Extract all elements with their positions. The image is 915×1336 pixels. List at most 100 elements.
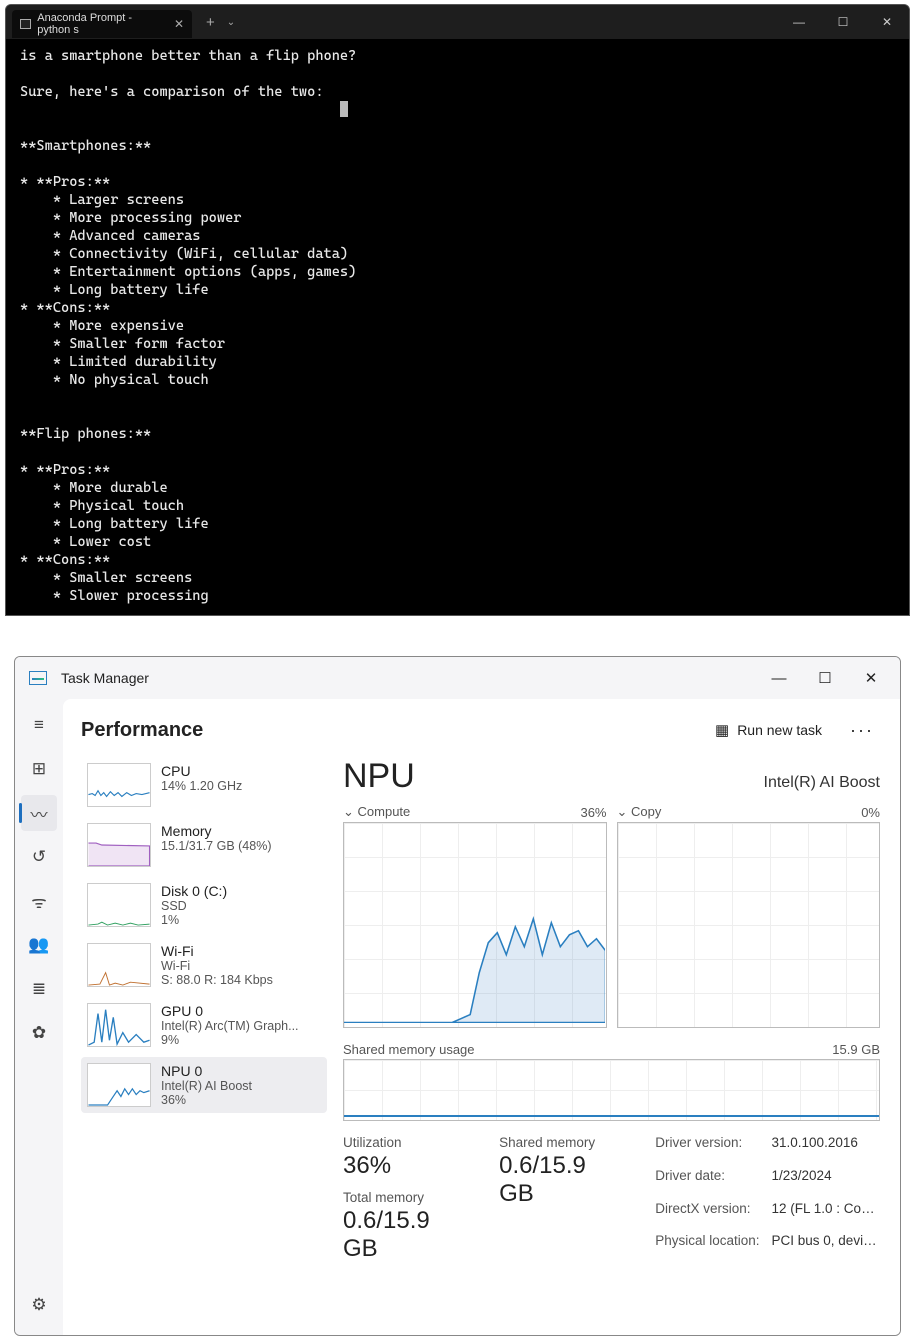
memory-thumb-chart — [87, 823, 151, 867]
terminal-window-controls — [777, 5, 909, 39]
shared-value: 0.6/15.9 GB — [499, 1152, 625, 1208]
run-task-icon: ▦ — [715, 721, 729, 739]
compute-label: Compute — [358, 804, 411, 819]
perf-item-memory[interactable]: Memory 15.1/31.7 GB (48%) — [81, 817, 327, 873]
task-manager-title: Task Manager — [61, 670, 149, 686]
copy-pct: 0% — [861, 805, 880, 820]
driver-date-value: 1/23/2024 — [772, 1168, 880, 1198]
directx-label: DirectX version: — [655, 1201, 759, 1231]
task-manager-main: ≡ ⊞ 〰 ↺ ᯤ 👥 ≣ ✿ ⚙ Performance ▦ Run new … — [15, 699, 900, 1335]
task-manager-titlebar[interactable]: Task Manager — [15, 657, 900, 699]
more-options-button[interactable]: ··· — [844, 720, 880, 741]
processes-icon[interactable]: ⊞ — [21, 751, 57, 787]
stat-utilization: Utilization 36% Total memory 0.6/15.9 GB — [343, 1135, 469, 1263]
terminal-tab-title: Anaconda Prompt - python s — [37, 12, 166, 36]
gpu-thumb-chart — [87, 1003, 151, 1047]
hamburger-icon[interactable]: ≡ — [21, 707, 57, 743]
location-label: Physical location: — [655, 1233, 759, 1263]
perf-sub: SSD — [161, 899, 321, 913]
perf-val: 36% — [161, 1093, 321, 1107]
page-header: Performance ▦ Run new task ··· — [81, 717, 880, 743]
terminal-titlebar[interactable]: Anaconda Prompt - python s ✕ + ⌄ — [6, 5, 909, 39]
close-tab-icon[interactable]: ✕ — [174, 17, 184, 31]
run-new-task-button[interactable]: ▦ Run new task — [707, 717, 830, 743]
perf-sub: Intel(R) Arc(TM) Graph... — [161, 1019, 321, 1033]
perf-name: Wi-Fi — [161, 943, 321, 959]
performance-list: CPU 14% 1.20 GHz Memory 15.1/31.7 GB (48… — [81, 757, 327, 1325]
page-title: Performance — [81, 719, 203, 742]
perf-item-gpu[interactable]: GPU 0 Intel(R) Arc(TM) Graph... 9% — [81, 997, 327, 1053]
perf-val: 1% — [161, 913, 321, 927]
perf-name: Memory — [161, 823, 321, 839]
task-manager-window: Task Manager ≡ ⊞ 〰 ↺ ᯤ 👥 ≣ ✿ ⚙ Performan… — [14, 656, 901, 1336]
terminal-text: is a smartphone better than a flip phone… — [20, 48, 455, 604]
driver-info: Driver version: 31.0.100.2016 Driver dat… — [655, 1135, 880, 1263]
maximize-button[interactable] — [821, 5, 865, 39]
copy-chart-col: Copy 0% — [617, 804, 881, 1028]
perf-val: 9% — [161, 1033, 321, 1047]
perf-sub: Wi-Fi — [161, 959, 321, 973]
perf-name: Disk 0 (C:) — [161, 883, 321, 899]
compute-dropdown[interactable]: Compute — [343, 804, 410, 820]
perf-sub: 15.1/31.7 GB (48%) — [161, 839, 321, 853]
mem-line — [344, 1115, 879, 1117]
maximize-button[interactable] — [802, 657, 848, 699]
minimize-button[interactable] — [777, 5, 821, 39]
close-window-button[interactable] — [848, 657, 894, 699]
performance-detail: NPU Intel(R) AI Boost Compute 36% — [343, 757, 880, 1325]
users-icon[interactable]: 👥 — [21, 927, 57, 963]
driver-version-label: Driver version: — [655, 1135, 759, 1165]
detail-heading: NPU — [343, 757, 415, 796]
performance-icon[interactable]: 〰 — [21, 795, 57, 831]
close-window-button[interactable] — [865, 5, 909, 39]
driver-date-label: Driver date: — [655, 1168, 759, 1198]
util-value: 36% — [343, 1152, 469, 1180]
perf-item-npu[interactable]: NPU 0 Intel(R) AI Boost 36% — [81, 1057, 327, 1113]
disk-thumb-chart — [87, 883, 151, 927]
directx-value: 12 (FL 1.0 : Com... — [772, 1201, 880, 1231]
device-name: Intel(R) AI Boost — [764, 774, 881, 792]
location-value: PCI bus 0, devic... — [772, 1233, 880, 1263]
terminal-tab[interactable]: Anaconda Prompt - python s ✕ — [12, 10, 192, 38]
perf-name: GPU 0 — [161, 1003, 321, 1019]
minimize-button[interactable] — [756, 657, 802, 699]
startup-icon[interactable]: ᯤ — [21, 883, 57, 919]
settings-icon[interactable]: ⚙ — [21, 1287, 57, 1323]
terminal-icon — [20, 19, 31, 29]
tm-window-controls — [756, 657, 894, 699]
perf-sub: Intel(R) AI Boost — [161, 1079, 321, 1093]
terminal-window: Anaconda Prompt - python s ✕ + ⌄ is a sm… — [5, 4, 910, 616]
wifi-thumb-chart — [87, 943, 151, 987]
new-tab-button[interactable]: + — [200, 14, 221, 31]
copy-chart[interactable] — [617, 822, 881, 1028]
perf-item-disk[interactable]: Disk 0 (C:) SSD 1% — [81, 877, 327, 933]
npu-thumb-chart — [87, 1063, 151, 1107]
services-icon[interactable]: ✿ — [21, 1015, 57, 1051]
perf-item-wifi[interactable]: Wi-Fi Wi-Fi S: 88.0 R: 184 Kbps — [81, 937, 327, 993]
perf-name: CPU — [161, 763, 321, 779]
driver-version-value: 31.0.100.2016 — [772, 1135, 880, 1165]
total-mem-label: Total memory — [343, 1190, 469, 1205]
chart-row: Compute 36% Copy — [343, 804, 880, 1028]
cpu-thumb-chart — [87, 763, 151, 807]
tab-dropdown-icon[interactable]: ⌄ — [221, 17, 241, 28]
perf-val: S: 88.0 R: 184 Kbps — [161, 973, 321, 987]
perf-item-cpu[interactable]: CPU 14% 1.20 GHz — [81, 757, 327, 813]
performance-body: CPU 14% 1.20 GHz Memory 15.1/31.7 GB (48… — [81, 757, 880, 1325]
copy-label: Copy — [631, 804, 661, 819]
compute-chart-col: Compute 36% — [343, 804, 607, 1028]
util-label: Utilization — [343, 1135, 469, 1150]
history-icon[interactable]: ↺ — [21, 839, 57, 875]
stat-shared-memory: Shared memory 0.6/15.9 GB — [499, 1135, 625, 1263]
performance-page: Performance ▦ Run new task ··· CPU — [63, 699, 900, 1335]
total-mem-value: 0.6/15.9 GB — [343, 1207, 469, 1263]
compute-chart[interactable] — [343, 822, 607, 1028]
compute-pct: 36% — [580, 805, 606, 820]
run-task-label: Run new task — [737, 722, 822, 738]
shared-memory-chart-section: Shared memory usage 15.9 GB — [343, 1042, 880, 1121]
stats-row: Utilization 36% Total memory 0.6/15.9 GB… — [343, 1135, 880, 1263]
shared-memory-chart[interactable] — [343, 1059, 880, 1121]
copy-dropdown[interactable]: Copy — [617, 804, 662, 820]
terminal-output[interactable]: is a smartphone better than a flip phone… — [6, 39, 909, 615]
details-icon[interactable]: ≣ — [21, 971, 57, 1007]
